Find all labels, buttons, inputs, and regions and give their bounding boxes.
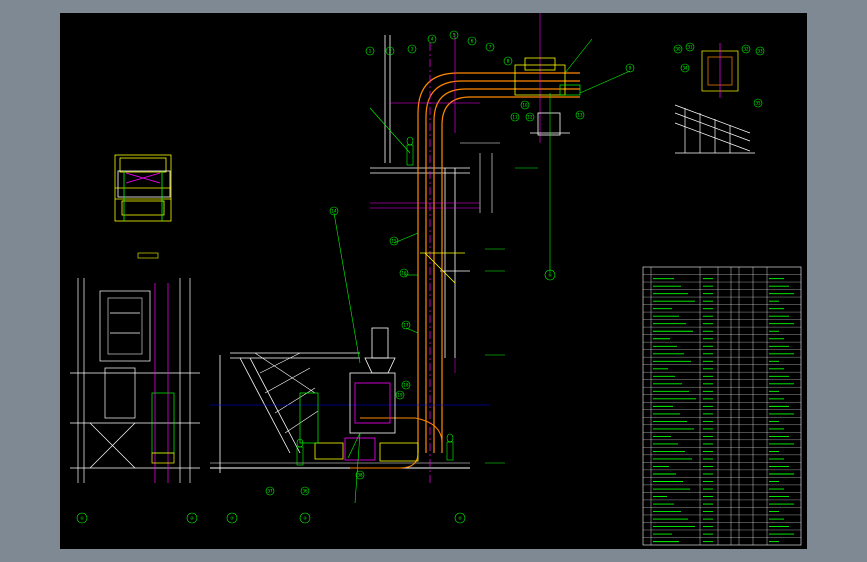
balloon-number: 17 — [403, 322, 409, 327]
balloon-number: 11 — [512, 114, 518, 119]
balloon-number: 30 — [675, 46, 681, 51]
balloon-number: 16 — [401, 270, 407, 275]
balloon-number: 1 — [369, 48, 372, 53]
balloon-number: 18 — [403, 382, 409, 387]
axis-bubble-label: ② — [190, 516, 194, 521]
balloon-number: 10 — [522, 102, 528, 107]
balloon-number: 15 — [391, 238, 397, 243]
balloon-number: 38 — [357, 472, 363, 477]
balloon-number: 4 — [431, 36, 434, 41]
balloon-number: 19 — [397, 392, 403, 397]
balloon-number: 36 — [302, 488, 308, 493]
cad-drawing-sheet: 1 2 3 4 5 6 7 8 9 10 11 12 13 14 15 16 17 18 19 30 31 32 33 34 3… — [60, 13, 807, 549]
axis-bubble-label: ⑥ — [548, 273, 552, 278]
balloon-number: 34 — [682, 65, 688, 70]
axis-bubble-label: ⑤ — [458, 516, 462, 521]
cad-drawing: 1 2 34567891011 12 1314151617181930 31 32 33343… — [60, 13, 807, 549]
balloon-number: 3 — [411, 46, 414, 51]
balloon-number: 7 — [489, 44, 492, 49]
balloon-number: 31 — [687, 44, 693, 49]
balloon-number: 9 — [629, 65, 632, 70]
balloon-number: 5 — [453, 32, 456, 37]
balloon-number: 33 — [757, 48, 763, 53]
axis-bubble-label: ① — [80, 516, 84, 521]
axis-bubble-label: ④ — [303, 516, 307, 521]
balloon-number: 13 — [577, 112, 583, 117]
balloon-number: 35 — [755, 100, 761, 105]
balloon-number: 14 — [331, 208, 337, 213]
axis-bubble-label: ③ — [230, 516, 234, 521]
balloon-number: 8 — [507, 58, 510, 63]
balloon-number: 2 — [389, 48, 392, 53]
balloon-number: 32 — [743, 46, 749, 51]
balloon-number: 12 — [527, 114, 533, 119]
balloon-number: 6 — [471, 38, 474, 43]
balloon-number: 37 — [267, 488, 273, 493]
